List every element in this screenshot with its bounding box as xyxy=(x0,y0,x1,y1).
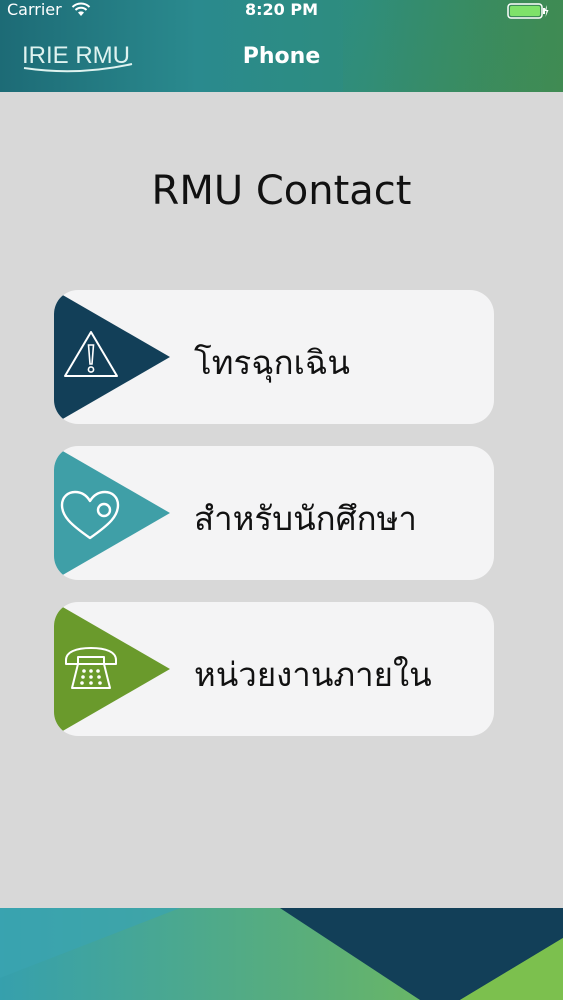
menu-item-emergency[interactable]: โทรฉุกเฉิน xyxy=(54,290,494,424)
battery-icon xyxy=(507,3,549,19)
warning-icon xyxy=(64,331,118,377)
app-header: Carrier 8:20 PM IRIE RMU Phone xyxy=(0,0,563,92)
menu-item-internal-units[interactable]: หน่วยงานภายใน xyxy=(54,602,494,736)
status-time: 8:20 PM xyxy=(244,0,318,19)
menu-item-label: หน่วยงานภายใน xyxy=(194,655,432,694)
menu-item-label: สำหรับนักศึกษา xyxy=(194,499,417,538)
heart-icon xyxy=(60,490,120,540)
footer-decoration xyxy=(0,908,563,1000)
telephone-icon xyxy=(65,647,117,689)
menu-item-students[interactable]: สำหรับนักศึกษา xyxy=(54,446,494,580)
menu-item-label: โทรฉุกเฉิน xyxy=(194,343,350,382)
page-title: RMU Contact xyxy=(151,168,412,214)
status-bar: Carrier 8:20 PM xyxy=(0,0,563,22)
nav-title: Phone xyxy=(242,44,321,69)
footer-shapes xyxy=(0,908,563,1000)
